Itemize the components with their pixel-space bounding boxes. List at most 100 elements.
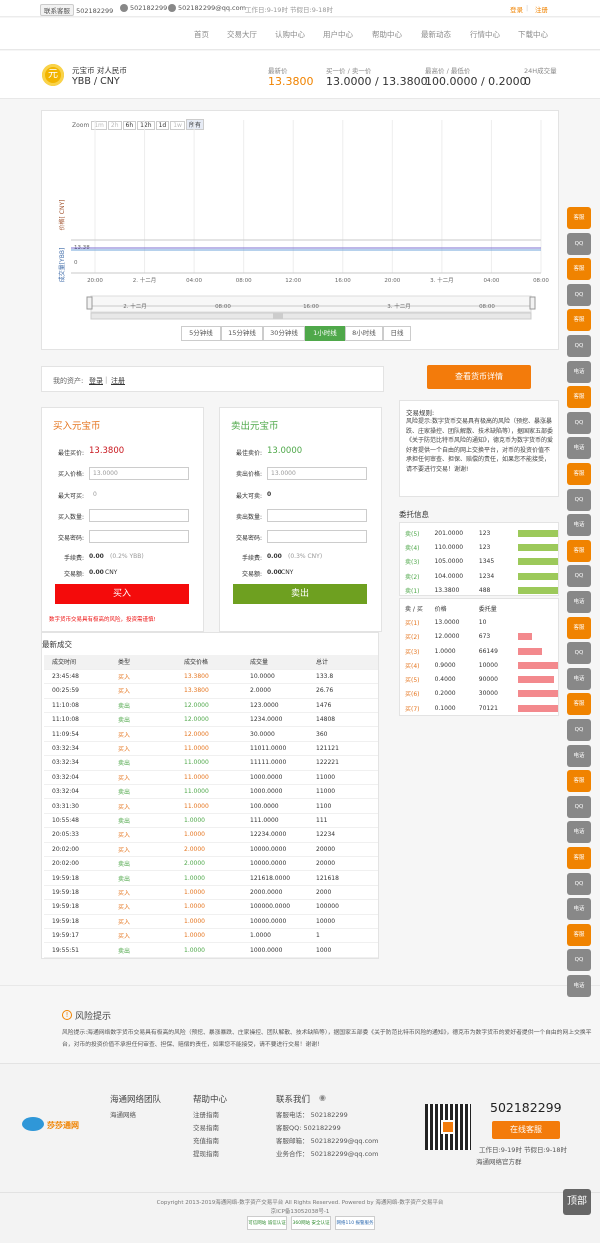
float-service-button[interactable]: 客服 <box>567 847 591 869</box>
volume-24h-value: 0 <box>524 75 531 88</box>
float-service-button[interactable]: 客服 <box>567 207 591 229</box>
orderbook-row[interactable]: 买(3) 1.0000 66149 <box>402 644 558 658</box>
navigator-scrollbar[interactable] <box>90 312 532 320</box>
float-phone-button[interactable]: 电话 <box>567 744 591 767</box>
float-phone-button[interactable]: 电话 <box>567 360 591 383</box>
interval-5min-button[interactable]: 5分钟线 <box>181 326 221 341</box>
trade-volume: 2000.0000 <box>242 885 308 901</box>
nav-download-center[interactable]: 下载中心 <box>518 29 548 40</box>
float-qq-button[interactable]: QQ <box>567 872 591 895</box>
buy-qty-input[interactable] <box>89 509 189 522</box>
nav-subscription[interactable]: 认购中心 <box>275 29 305 40</box>
float-qq-button[interactable]: QQ <box>567 642 591 665</box>
back-to-top-button[interactable]: 顶部 <box>563 1189 591 1215</box>
sell-button[interactable]: 卖出 <box>233 584 367 604</box>
buy-password-input[interactable] <box>89 530 189 543</box>
orderbook-row[interactable]: 卖(1) 13.3800 488 <box>402 583 558 597</box>
nav-news[interactable]: 最新动态 <box>421 29 451 40</box>
interval-day-button[interactable]: 日线 <box>383 326 411 341</box>
buy-price-input[interactable]: 13.0000 <box>89 467 189 480</box>
interval-1h-button[interactable]: 1小时线 <box>305 326 345 341</box>
interval-30min-button[interactable]: 30分钟线 <box>263 326 305 341</box>
float-service-button[interactable]: 客服 <box>567 386 591 409</box>
ob-col-bar <box>515 601 558 615</box>
float-service-button[interactable]: 客服 <box>567 693 591 716</box>
online-service-button[interactable]: 在线客服 <box>492 1121 560 1139</box>
ob-depth-cell <box>515 569 558 583</box>
orderbook-row[interactable]: 卖(3) 105.0000 1345 <box>402 555 558 569</box>
ob-depth-cell <box>515 555 558 569</box>
float-qq-button[interactable]: QQ <box>567 719 591 741</box>
interval-15min-button[interactable]: 15分钟线 <box>221 326 263 341</box>
float-qq-button[interactable]: QQ <box>567 411 591 434</box>
trade-row: 11:09:54 买入 12.0000 30.0000 360 <box>44 726 378 742</box>
footer-team-link[interactable]: 海通网络 <box>110 1109 136 1122</box>
orderbook-row[interactable]: 买(7) 0.1000 70121 <box>402 701 558 715</box>
assets-login-link[interactable]: 登录 <box>89 376 103 386</box>
float-qq-button[interactable]: QQ <box>567 949 591 972</box>
nav-help-center[interactable]: 帮助中心 <box>372 29 402 40</box>
weibo-icon[interactable]: ◉ <box>319 1093 326 1102</box>
trust-badge-police[interactable]: 网络110 报警服务 <box>335 1216 375 1230</box>
orderbook-row[interactable]: 买(4) 0.9000 10000 <box>402 658 558 672</box>
float-phone-button[interactable]: 电话 <box>567 898 591 921</box>
float-phone-button[interactable]: 电话 <box>567 667 591 690</box>
float-qq-button[interactable]: QQ <box>567 488 591 511</box>
footer-help-trade[interactable]: 交易指南 <box>193 1122 219 1135</box>
nav-user-center[interactable]: 用户中心 <box>323 29 353 40</box>
register-link[interactable]: 注册 <box>535 4 548 14</box>
float-phone-button[interactable]: 电话 <box>567 514 591 537</box>
trade-row: 03:31:30 买入 11.0000 100.0000 1100 <box>44 798 378 814</box>
nav-trading-hall[interactable]: 交易大厅 <box>227 29 257 40</box>
float-phone-button[interactable]: 电话 <box>567 437 591 460</box>
buy-button[interactable]: 买入 <box>55 584 189 604</box>
sell-price-input[interactable]: 13.0000 <box>267 467 367 480</box>
trade-volume: 1234.0000 <box>242 712 308 728</box>
nav-home[interactable]: 首页 <box>194 29 209 40</box>
float-qq-button[interactable]: QQ <box>567 565 591 588</box>
orderbook-row[interactable]: 买(6) 0.2000 30000 <box>402 687 558 701</box>
official-group-link[interactable]: 海通网络官方群 <box>476 1156 522 1166</box>
sell-qty-input[interactable] <box>267 509 367 522</box>
float-phone-button[interactable]: 电话 <box>567 821 591 844</box>
float-qq-button[interactable]: QQ <box>567 232 591 255</box>
navigator-tick-label: 3. 十二月 <box>387 302 411 310</box>
float-service-button[interactable]: 客服 <box>567 923 591 946</box>
footer-help-withdraw[interactable]: 提现指南 <box>193 1148 219 1161</box>
assets-register-link[interactable]: 注册 <box>111 376 125 386</box>
buy-best-price-value: 13.3800 <box>89 446 125 456</box>
login-link[interactable]: 登录 <box>510 4 523 14</box>
footer-help-deposit[interactable]: 充值指南 <box>193 1135 219 1148</box>
float-qq-button[interactable]: QQ <box>567 335 591 357</box>
nav-market-center[interactable]: 行情中心 <box>470 29 500 40</box>
orderbook-row[interactable]: 买(5) 0.4000 90000 <box>402 672 558 686</box>
qq-service-badge[interactable]: 联系客服 <box>40 4 74 16</box>
trust-badge-360[interactable]: 360网站 安全认证 <box>291 1216 331 1230</box>
orderbook-row[interactable]: 买(2) 12.0000 673 <box>402 630 558 644</box>
float-phone-button[interactable]: 电话 <box>567 975 591 997</box>
qq-contact[interactable]: 联系客服 502182299 <box>40 4 113 16</box>
orderbook-row[interactable]: 买(1) 13.0000 10 <box>402 615 558 629</box>
navigator-left-handle[interactable] <box>86 296 93 310</box>
footer-help-register[interactable]: 注册指南 <box>193 1109 219 1122</box>
orderbook-row[interactable]: 卖(2) 104.0000 1234 <box>402 569 558 583</box>
float-phone-button[interactable]: 电话 <box>567 591 591 613</box>
sell-password-input[interactable] <box>267 530 367 543</box>
navigator-right-handle[interactable] <box>529 296 536 310</box>
float-service-button[interactable]: 客服 <box>567 463 591 485</box>
float-service-button[interactable]: 客服 <box>567 616 591 639</box>
trust-badge-credible[interactable]: 可信网站 诚信认证 <box>247 1216 287 1230</box>
orderbook-row[interactable]: 卖(5) 201.0000 123 <box>402 526 558 540</box>
float-service-button[interactable]: 客服 <box>567 539 591 562</box>
interval-8h-button[interactable]: 8小时线 <box>345 326 383 341</box>
coin-detail-button[interactable]: 查看货币详情 <box>427 365 531 389</box>
trade-volume: 121618.0000 <box>242 870 308 886</box>
float-service-button[interactable]: 客服 <box>567 309 591 332</box>
float-qq-button[interactable]: QQ <box>567 283 591 306</box>
float-qq-button[interactable]: QQ <box>567 795 591 818</box>
trade-type: 买入 <box>110 726 176 742</box>
float-service-button[interactable]: 客服 <box>567 770 591 793</box>
navigator-scroll-thumb[interactable] <box>273 313 283 319</box>
orderbook-row[interactable]: 卖(4) 110.0000 123 <box>402 540 558 554</box>
float-service-button[interactable]: 客服 <box>567 258 591 281</box>
